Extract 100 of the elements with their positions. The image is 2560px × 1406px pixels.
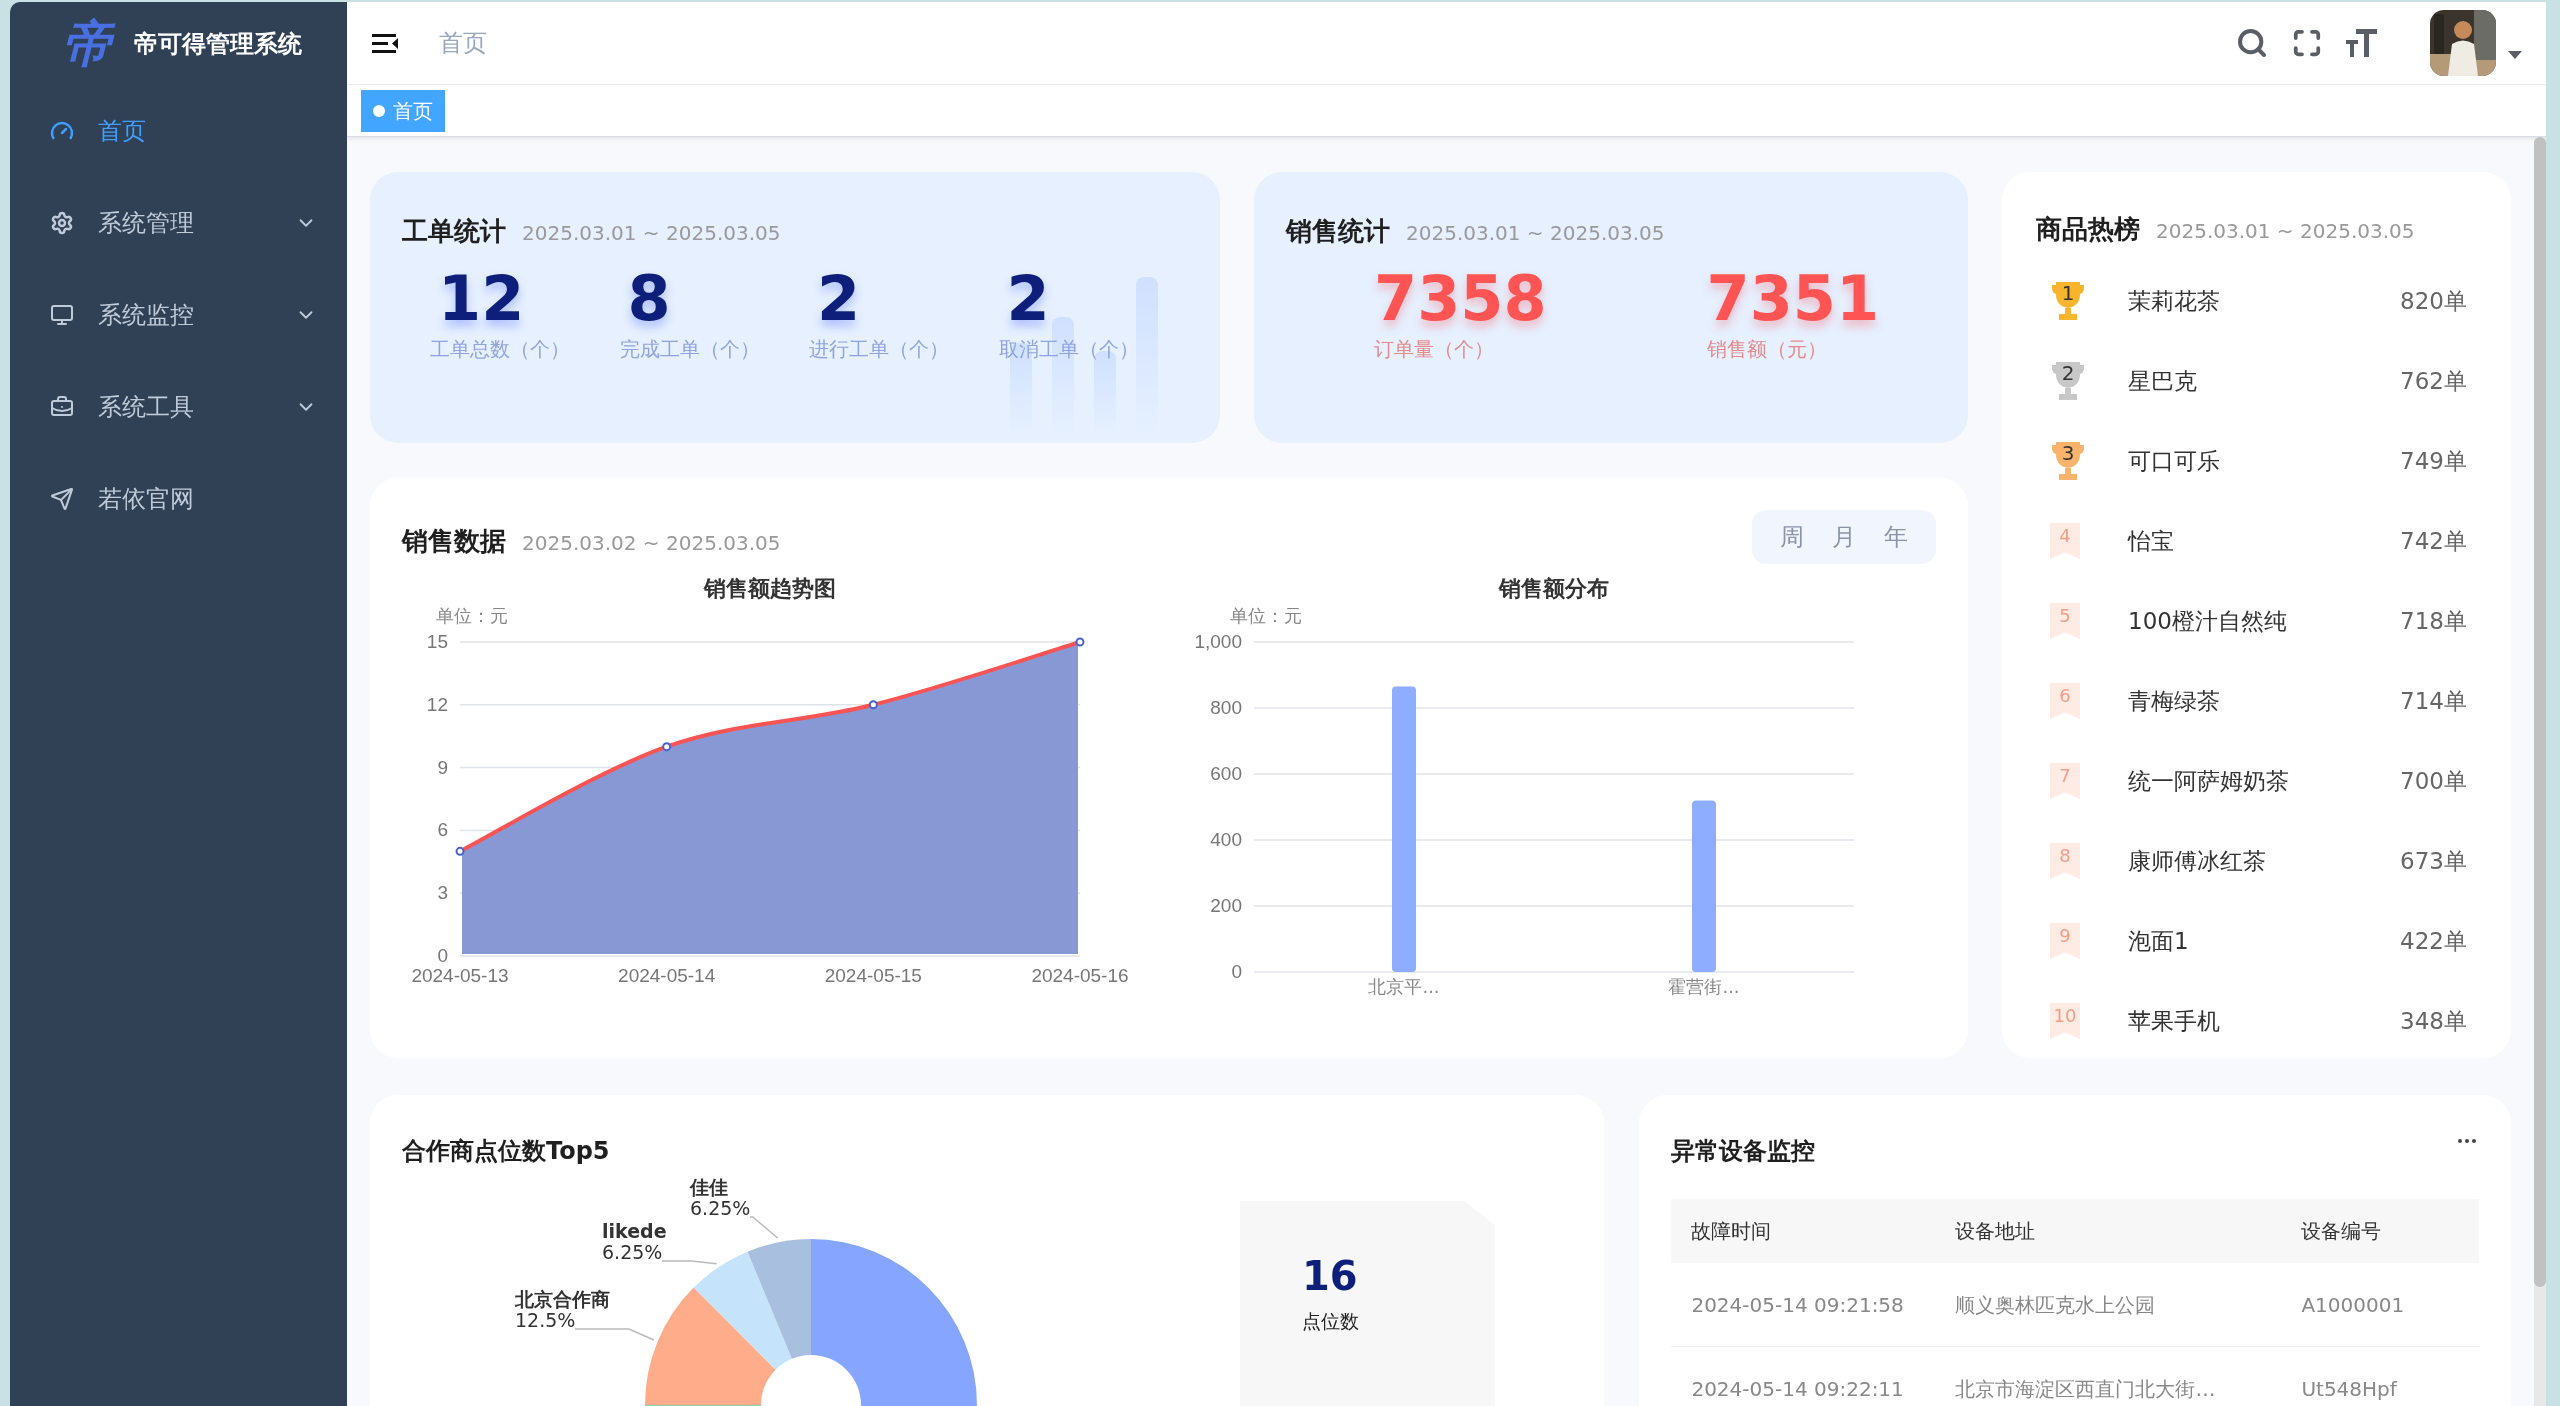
product-name: 苹果手机: [2128, 1006, 2221, 1036]
ranking-row[interactable]: 7 统一阿萨姆奶茶 700单: [2036, 741, 2477, 821]
axis-label: 15: [426, 631, 448, 652]
chart-title: 销售额趋势图: [704, 576, 836, 601]
data-point: [662, 742, 672, 752]
ranking-row[interactable]: 4 怡宝 742单: [2036, 501, 2477, 581]
order-count: 422单: [2400, 926, 2468, 956]
slice-label: 北京合作商: [515, 1289, 610, 1310]
axis-label: 800: [1210, 697, 1242, 718]
rank-ribbon: 4: [2050, 523, 2080, 559]
stat-label: 订单量（个）: [1374, 336, 1494, 364]
axis-label: 6: [437, 819, 448, 841]
order-count: 820单: [2400, 286, 2468, 316]
rank-ribbon: 8: [2050, 843, 2080, 879]
rank-ribbon: 7: [2050, 763, 2080, 799]
order-count: 742单: [2400, 526, 2468, 556]
total-label: 点位数: [1302, 1309, 1360, 1334]
column-header: 设备编号: [2301, 1218, 2383, 1245]
font-size-icon[interactable]: [2346, 28, 2378, 58]
rank-ribbon: 10: [2050, 1003, 2080, 1039]
rank-number: 1: [2060, 281, 2076, 305]
stat-label: 进行工单（个）: [809, 336, 949, 364]
menu-item[interactable]: 若依官网: [10, 453, 347, 545]
menu-item[interactable]: 首页: [10, 85, 347, 177]
stat-value: 12: [437, 263, 525, 335]
stat-value: 7351: [1706, 263, 1880, 335]
monitor-icon: [50, 303, 74, 327]
menu-item[interactable]: 系统工具: [10, 361, 347, 453]
leader-line: [749, 1216, 779, 1239]
product-name: 统一阿萨姆奶茶: [2128, 766, 2290, 796]
briefcase-icon: [50, 395, 74, 419]
product-name: 青梅绿茶: [2128, 686, 2221, 716]
rank-ribbon: 9: [2050, 923, 2080, 959]
caret-down-icon[interactable]: [2508, 51, 2522, 59]
axis-label: 1,000: [1194, 631, 1242, 652]
stat-value: 2: [816, 263, 861, 335]
rank-number: 3: [2060, 441, 2076, 465]
stat-value: 7358: [1374, 263, 1547, 335]
rank-number: 2: [2060, 361, 2076, 385]
axis-label: 2024-05-14: [618, 965, 716, 984]
menu-item[interactable]: 系统管理: [10, 177, 347, 269]
card-title: 异常设备监控: [1671, 1136, 1816, 1167]
total-value: 16: [1302, 1252, 1359, 1301]
scrollbar[interactable]: [2534, 137, 2546, 1406]
product-name: 茉莉花茶: [2128, 286, 2221, 316]
product-name: 星巴克: [2128, 366, 2198, 396]
product-name: 康师傅冰红茶: [2128, 846, 2267, 876]
search-icon[interactable]: [2236, 27, 2268, 59]
table-cell-text: 2024-05-14 09:22:11: [1691, 1375, 1905, 1403]
axis-label: 2024-05-15: [824, 965, 922, 984]
ranking-row[interactable]: 6 青梅绿茶 714单: [2036, 661, 2477, 741]
ranking-row[interactable]: 1 茉莉花茶 820单: [2036, 261, 2477, 341]
paper-plane-icon: [50, 487, 74, 511]
table-cell-text: Ut548Hpf: [2301, 1375, 2399, 1403]
table-cell-text: 2024-05-14 09:21:58: [1691, 1291, 1905, 1319]
order-count: 714单: [2400, 686, 2468, 716]
settings-icon: [50, 211, 74, 235]
card-title: 商品热榜: [2036, 213, 2140, 246]
stat-label: 工单总数（个）: [430, 336, 570, 364]
date-range: 2025.03.01 ~ 2025.03.05: [522, 220, 781, 247]
axis-label: 600: [1210, 763, 1242, 784]
order-count: 718单: [2400, 606, 2468, 636]
slice-percent: 6.25%: [690, 1197, 751, 1219]
ranking-row[interactable]: 8 康师傅冰红茶 673单: [2036, 821, 2477, 901]
card-title: 合作商点位数Top5: [402, 1137, 610, 1165]
product-name: 可口可乐: [2128, 446, 2221, 476]
rank-ribbon: 6: [2050, 683, 2080, 719]
axis-label: 400: [1210, 829, 1242, 850]
ranking-row[interactable]: 3 可口可乐 749单: [2036, 421, 2477, 501]
stat-value: 2: [1005, 263, 1050, 335]
axis-label: 3: [437, 882, 448, 904]
data-point: [868, 700, 878, 710]
card-title: 销售数据: [402, 524, 506, 558]
axis-label: 9: [437, 756, 448, 778]
table-cell-text: A1000001: [2301, 1291, 2406, 1319]
menu-item[interactable]: 系统监控: [10, 269, 347, 361]
axis-label: 霍营街...: [1667, 978, 1741, 997]
axis-label: 北京平...: [1367, 978, 1441, 997]
rank-ribbon: 5: [2050, 603, 2080, 639]
axis-label: 2024-05-16: [1031, 965, 1129, 984]
unit-label: 单位：元: [436, 606, 508, 626]
leader-line: [661, 1260, 718, 1265]
axis-label: 2024-05-13: [411, 965, 509, 984]
order-count: 749单: [2400, 446, 2468, 476]
ranking-row[interactable]: 9 泡面1 422单: [2036, 901, 2477, 981]
date-range: 2025.03.01 ~ 2025.03.05: [1406, 220, 1665, 247]
date-range: 2025.03.02 ~ 2025.03.05: [522, 529, 781, 557]
date-range: 2025.03.01 ~ 2025.03.05: [2156, 218, 2415, 245]
product-name: 100橙汁自然纯: [2128, 606, 2288, 636]
unit-label: 单位：元: [1230, 606, 1302, 626]
slice-percent: 6.25%: [602, 1241, 664, 1263]
stat-label: 完成工单（个）: [619, 336, 760, 364]
fullscreen-icon[interactable]: [2292, 28, 2322, 58]
order-count: 348单: [2400, 1006, 2468, 1036]
column-header: 故障时间: [1691, 1218, 1773, 1245]
ranking-row[interactable]: 10 苹果手机 348单: [2036, 981, 2477, 1061]
menu-fold-icon[interactable]: [371, 31, 399, 55]
ranking-row[interactable]: 5 100橙汁自然纯 718单: [2036, 581, 2477, 661]
product-name: 怡宝: [2128, 526, 2175, 556]
ranking-row[interactable]: 2 星巴克 762单: [2036, 341, 2477, 421]
